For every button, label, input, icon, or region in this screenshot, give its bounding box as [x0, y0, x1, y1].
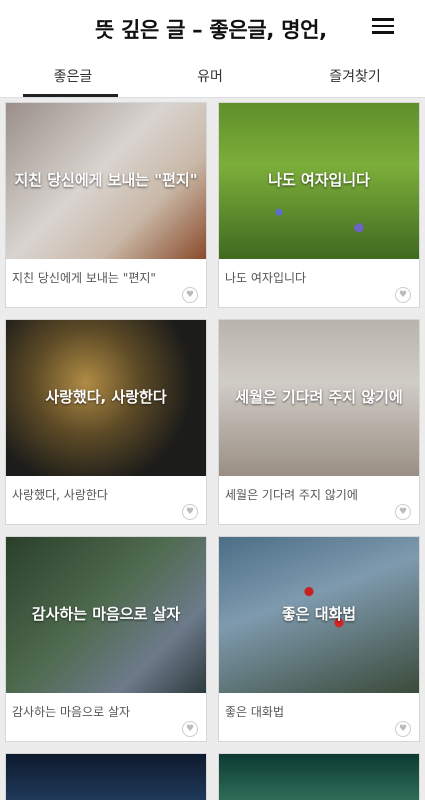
tab-favorites[interactable]: 즐겨찾기 — [310, 66, 400, 86]
card-caption: 지친 당신에게 보내는 "편지" — [12, 271, 156, 285]
heart-icon[interactable]: ♥ — [395, 287, 411, 303]
heart-icon[interactable]: ♥ — [182, 504, 198, 520]
couple-photo: 세월은 기다려 주지 않기에 — [219, 320, 419, 476]
post-card[interactable]: 세월은 기다려 주지 않기에 세월은 기다려 주지 않기에 ♥ — [218, 319, 420, 525]
post-card[interactable] — [218, 753, 420, 800]
tab-bar: 좋은글 유머 즐겨찾기 — [0, 56, 425, 98]
app-bar: 뜻 깊은 글 – 좋은글, 명언, — [0, 0, 425, 56]
card-overlay-title: 세월은 기다려 주지 않기에 — [235, 388, 403, 406]
flowers-photo: 나도 여자입니다 — [219, 103, 419, 259]
card-overlay-title: 지친 당신에게 보내는 "편지" — [14, 171, 198, 189]
card-caption: 좋은 대화법 — [225, 705, 285, 719]
post-card[interactable]: 좋은 대화법 좋은 대화법 ♥ — [218, 536, 420, 742]
post-card[interactable]: 감사하는 마음으로 살자 감사하는 마음으로 살자 ♥ — [5, 536, 207, 742]
card-caption: 사랑했다, 사랑한다 — [12, 488, 108, 502]
app-title: 뜻 깊은 글 – 좋은글, 명언, — [95, 18, 327, 42]
tab-humor[interactable]: 유머 — [170, 66, 250, 86]
leaf-photo: 사랑했다, 사랑한다 — [6, 320, 206, 476]
post-card[interactable]: 지친 당신에게 보내는 "편지" 지친 당신에게 보내는 "편지" ♥ — [5, 102, 207, 308]
dove-photo: 지친 당신에게 보내는 "편지" — [6, 103, 206, 259]
card-overlay-title: 나도 여자입니다 — [268, 171, 370, 189]
card-overlay-title: 좋은 대화법 — [281, 605, 357, 623]
hamburger-menu-icon[interactable] — [370, 14, 396, 40]
card-caption: 감사하는 마음으로 살자 — [12, 705, 131, 719]
night-sky-photo — [6, 754, 206, 800]
tab-good-writings[interactable]: 좋은글 — [28, 66, 118, 86]
heart-icon[interactable]: ♥ — [395, 504, 411, 520]
berries-photo: 좋은 대화법 — [219, 537, 419, 693]
card-caption: 나도 여자입니다 — [225, 271, 307, 285]
card-overlay-title: 사랑했다, 사랑한다 — [45, 388, 167, 406]
heart-icon[interactable]: ♥ — [395, 721, 411, 737]
active-tab-indicator — [23, 94, 118, 97]
post-card[interactable]: 나도 여자입니다 나도 여자입니다 ♥ — [218, 102, 420, 308]
post-card[interactable] — [5, 753, 207, 800]
card-caption: 세월은 기다려 주지 않기에 — [225, 488, 358, 502]
green-lights-photo — [219, 754, 419, 800]
hug-photo: 감사하는 마음으로 살자 — [6, 537, 206, 693]
heart-icon[interactable]: ♥ — [182, 721, 198, 737]
card-overlay-title: 감사하는 마음으로 살자 — [31, 605, 181, 623]
heart-icon[interactable]: ♥ — [182, 287, 198, 303]
post-card[interactable]: 사랑했다, 사랑한다 사랑했다, 사랑한다 ♥ — [5, 319, 207, 525]
